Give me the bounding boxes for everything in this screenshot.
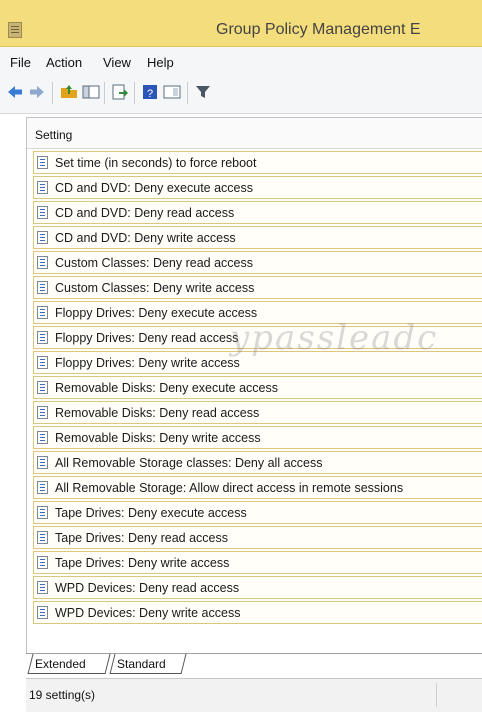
list-item[interactable]: Set time (in seconds) to force reboot [33,151,482,174]
policy-setting-icon [37,356,48,369]
list-item-label: All Removable Storage classes: Deny all … [55,456,323,470]
list-item-label: WPD Devices: Deny read access [55,581,240,595]
list-item[interactable]: CD and DVD: Deny execute access [33,176,482,199]
list-item-label: Tape Drives: Deny execute access [55,506,247,520]
left-gutter [0,114,26,711]
list-item-label: Removable Disks: Deny write access [55,431,261,445]
tab-standard-label: Standard [117,657,166,671]
list-item[interactable]: Removable Disks: Deny read access [33,401,482,424]
policy-setting-icon [37,206,48,219]
list-item[interactable]: WPD Devices: Deny read access [33,576,482,599]
list-item-label: CD and DVD: Deny read access [55,206,235,220]
list-item[interactable]: All Removable Storage classes: Deny all … [33,451,482,474]
menu-file[interactable]: File [10,55,31,70]
list-item-label: Floppy Drives: Deny read access [55,331,239,345]
window-title: Group Policy Management E [216,21,421,38]
list-item-label: Set time (in seconds) to force reboot [55,156,257,170]
menu-help[interactable]: Help [147,55,174,70]
tab-extended-label: Extended [35,657,86,671]
list-item[interactable]: Tape Drives: Deny execute access [33,501,482,524]
menu-bar: File Action View Help [0,47,482,73]
list-item-label: Custom Classes: Deny write access [55,281,255,295]
forward-icon[interactable] [28,83,46,101]
list-item[interactable]: Floppy Drives: Deny read access [33,326,482,349]
policy-setting-icon [37,531,48,544]
menu-action[interactable]: Action [46,55,82,70]
list-item[interactable]: Floppy Drives: Deny execute access [33,301,482,324]
policy-setting-icon [37,156,48,169]
policy-setting-icon [37,556,48,569]
list-item[interactable]: Floppy Drives: Deny write access [33,351,482,374]
policy-setting-icon [37,481,48,494]
list-item[interactable]: Custom Classes: Deny write access [33,276,482,299]
filter-icon[interactable] [194,83,212,101]
settings-list-pane: Setting Set time (in seconds) to force r… [26,117,482,654]
back-icon[interactable] [6,83,24,101]
list-item[interactable]: CD and DVD: Deny read access [33,201,482,224]
export-list-icon[interactable] [111,83,129,101]
list-item-label: CD and DVD: Deny write access [55,231,236,245]
show-hide-tree-icon[interactable] [82,83,100,101]
policy-setting-icon [37,231,48,244]
column-header-label: Setting [35,128,73,142]
policy-setting-icon [37,331,48,344]
policy-setting-icon [37,381,48,394]
list-item[interactable]: Removable Disks: Deny write access [33,426,482,449]
tab-standard[interactable]: Standard [109,654,187,674]
list-item-label: All Removable Storage: Allow direct acce… [55,481,404,495]
title-bar: Group Policy Management E [0,0,482,47]
svg-text:?: ? [147,88,153,100]
help-icon[interactable]: ? [141,83,159,101]
list-item-label: Custom Classes: Deny read access [55,256,253,270]
settings-list: Set time (in seconds) to force reboot CD … [33,151,482,626]
policy-setting-icon [37,431,48,444]
view-tabs: Extended Standard [26,653,482,678]
policy-setting-icon [37,181,48,194]
policy-setting-icon [37,506,48,519]
policy-setting-icon [37,256,48,269]
list-item-label: Removable Disks: Deny execute access [55,381,279,395]
folder-up-icon[interactable] [60,83,78,101]
policy-setting-icon [37,581,48,594]
column-header-setting[interactable]: Setting [27,118,482,149]
gpo-document-icon[interactable] [8,22,22,38]
policy-setting-icon [37,281,48,294]
list-item[interactable]: Tape Drives: Deny write access [33,551,482,574]
list-item-label: Tape Drives: Deny read access [55,531,228,545]
menu-view[interactable]: View [103,55,131,70]
list-item-label: Removable Disks: Deny read access [55,406,260,420]
policy-setting-icon [37,406,48,419]
list-item-label: Floppy Drives: Deny write access [55,356,240,370]
policy-setting-icon [37,606,48,619]
toolbar: ? [0,73,482,114]
tab-extended[interactable]: Extended [27,654,111,674]
list-item-label: WPD Devices: Deny write access [55,606,241,620]
policy-setting-icon [37,306,48,319]
policy-setting-icon [37,456,48,469]
list-item[interactable]: CD and DVD: Deny write access [33,226,482,249]
status-bar: 19 setting(s) [26,678,482,712]
list-item[interactable]: WPD Devices: Deny write access [33,601,482,624]
list-item[interactable]: Tape Drives: Deny read access [33,526,482,549]
list-item[interactable]: Removable Disks: Deny execute access [33,376,482,399]
list-item[interactable]: Custom Classes: Deny read access [33,251,482,274]
properties-icon[interactable] [163,83,181,101]
status-count: 19 setting(s) [29,688,96,702]
list-item-label: CD and DVD: Deny execute access [55,181,254,195]
list-item-label: Floppy Drives: Deny execute access [55,306,258,320]
list-item[interactable]: All Removable Storage: Allow direct acce… [33,476,482,499]
list-item-label: Tape Drives: Deny write access [55,556,230,570]
